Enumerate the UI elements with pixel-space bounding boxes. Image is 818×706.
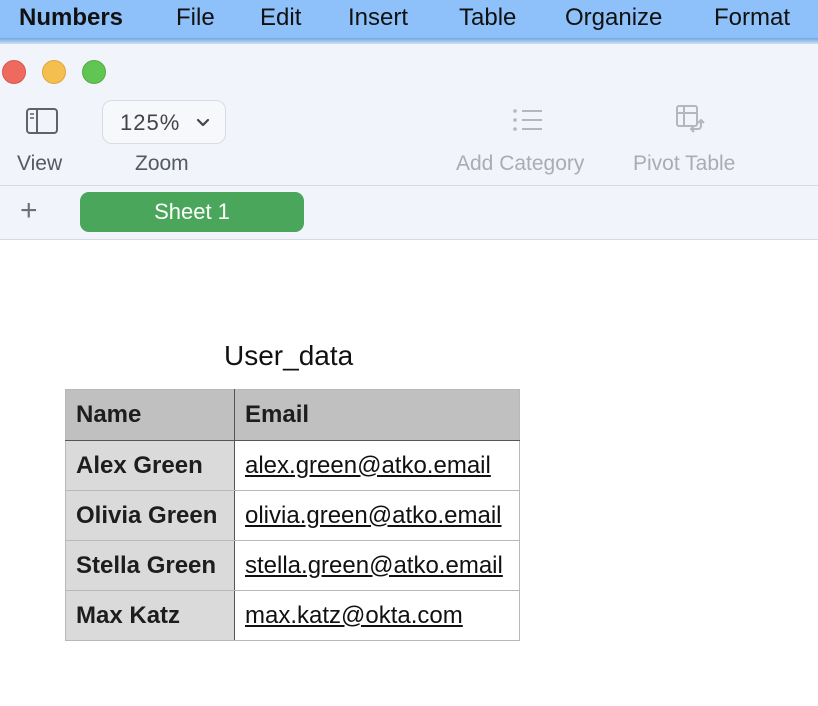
menu-file[interactable]: File (176, 4, 215, 32)
table-header-row: Name Email (65, 389, 520, 441)
sheet-tabs-bar: + Sheet 1 (0, 185, 818, 240)
pivot-table-icon[interactable] (675, 104, 707, 136)
sheet-tab-1[interactable]: Sheet 1 (80, 192, 304, 232)
email-link[interactable]: olivia.green@atko.email (234, 490, 520, 541)
zoom-window-button[interactable] (82, 60, 106, 84)
chevron-down-icon (196, 118, 210, 127)
table-row: Olivia Green olivia.green@atko.email (65, 490, 520, 541)
table-row: Alex Green alex.green@atko.email (65, 440, 520, 491)
email-link[interactable]: stella.green@atko.email (234, 540, 520, 591)
window-toolbar: View 125% Zoom Add Category Pivot Table (0, 44, 818, 185)
email-link[interactable]: alex.green@atko.email (234, 440, 520, 491)
table-row: Stella Green stella.green@atko.email (65, 540, 520, 591)
zoom-select[interactable]: 125% (102, 100, 226, 144)
pivot-table-label: Pivot Table (633, 152, 736, 175)
name-cell[interactable]: Olivia Green (65, 490, 235, 541)
menu-insert[interactable]: Insert (348, 4, 408, 32)
table-row: Max Katz max.katz@okta.com (65, 590, 520, 641)
list-category-icon[interactable] (512, 108, 544, 132)
menu-format[interactable]: Format (714, 4, 790, 32)
menu-bar: Numbers File Edit Insert Table Organize … (0, 0, 818, 38)
name-cell[interactable]: Alex Green (65, 440, 235, 491)
minimize-window-button[interactable] (42, 60, 66, 84)
zoom-value: 125% (120, 110, 181, 135)
name-cell[interactable]: Max Katz (65, 590, 235, 641)
header-email[interactable]: Email (234, 389, 520, 441)
menu-organize[interactable]: Organize (565, 4, 662, 32)
close-window-button[interactable] (2, 60, 26, 84)
menu-app-numbers[interactable]: Numbers (19, 4, 123, 32)
add-category-label: Add Category (456, 152, 585, 175)
email-link[interactable]: max.katz@okta.com (234, 590, 520, 641)
view-label: View (17, 152, 63, 175)
name-cell[interactable]: Stella Green (65, 540, 235, 591)
header-name[interactable]: Name (65, 389, 235, 441)
menu-table[interactable]: Table (459, 4, 516, 32)
add-sheet-button[interactable]: + (20, 196, 38, 226)
sidebar-view-icon[interactable] (26, 108, 58, 134)
table-title[interactable]: User_data (224, 340, 353, 372)
user-data-table[interactable]: Name Email Alex Green alex.green@atko.em… (65, 389, 520, 641)
menu-edit[interactable]: Edit (260, 4, 301, 32)
zoom-label: Zoom (135, 152, 189, 175)
